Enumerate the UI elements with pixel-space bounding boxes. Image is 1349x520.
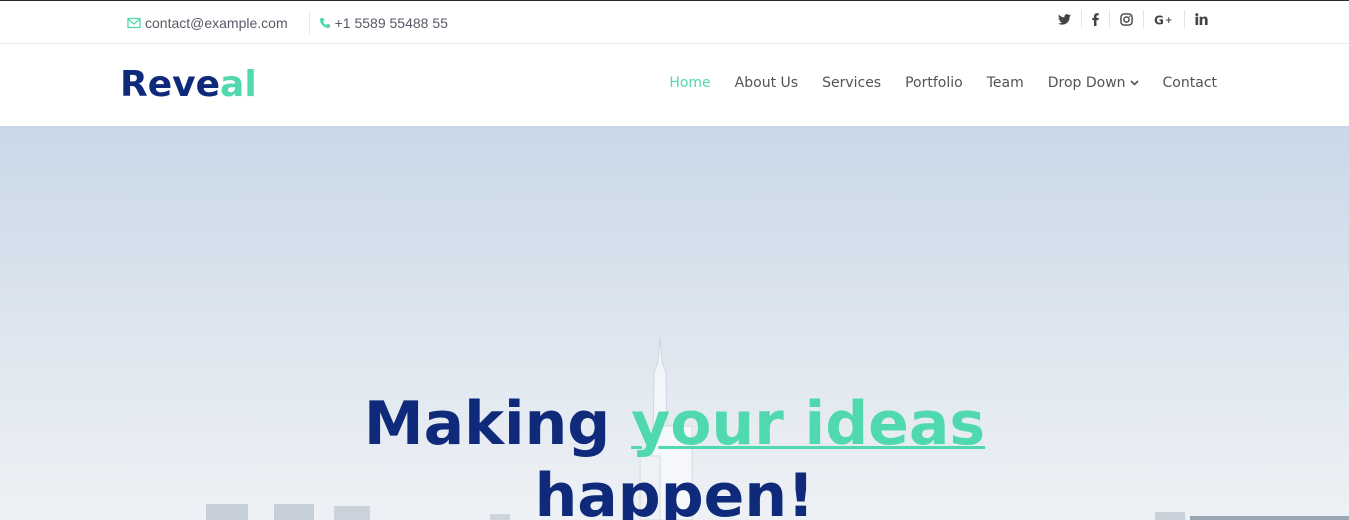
phone-icon bbox=[319, 18, 330, 28]
nav-home-label: Home bbox=[669, 75, 711, 91]
hero-title-part2: happen! bbox=[534, 461, 815, 520]
facebook-icon[interactable] bbox=[1081, 10, 1109, 28]
phone-text[interactable]: +1 5589 55488 55 bbox=[335, 15, 448, 31]
chevron-down-icon bbox=[1129, 80, 1139, 86]
hero-title-part1: Making bbox=[363, 389, 632, 459]
hero-title: Making your ideas happen! bbox=[0, 388, 1349, 520]
linkedin-icon[interactable] bbox=[1184, 10, 1218, 28]
top-bar: contact@example.com +1 5589 55488 55 G + bbox=[0, 0, 1349, 44]
social-links: G + bbox=[1048, 9, 1218, 29]
nav-services[interactable]: Services bbox=[822, 73, 881, 93]
instagram-icon[interactable] bbox=[1109, 10, 1143, 28]
nav-home[interactable]: Home bbox=[669, 73, 710, 93]
email-text[interactable]: contact@example.com bbox=[145, 15, 288, 31]
nav-portfolio-label: Portfolio bbox=[905, 75, 963, 91]
envelope-icon bbox=[127, 17, 141, 29]
logo-part-accent: al bbox=[220, 64, 257, 105]
hero-section: Making your ideas happen! bbox=[0, 126, 1349, 520]
nav-contact-label: Contact bbox=[1162, 75, 1217, 91]
site-header: Reveal Home About Us Services Portfolio … bbox=[0, 44, 1349, 126]
twitter-icon[interactable] bbox=[1048, 10, 1081, 28]
nav-about-us-label: About Us bbox=[734, 75, 799, 91]
svg-text:G: G bbox=[1154, 13, 1164, 26]
nav-drop-down-label: Drop Down bbox=[1047, 75, 1126, 91]
nav-team[interactable]: Team bbox=[987, 73, 1024, 93]
svg-text:+: + bbox=[1165, 16, 1173, 26]
phone-contact[interactable]: +1 5589 55488 55 bbox=[319, 15, 448, 31]
logo-part-dark: Reve bbox=[120, 64, 221, 105]
nav-team-label: Team bbox=[986, 75, 1024, 91]
nav-drop-down[interactable]: Drop Down bbox=[1048, 73, 1139, 93]
email-contact[interactable]: contact@example.com bbox=[127, 15, 288, 31]
hero-title-accent: your ideas bbox=[631, 389, 986, 459]
site-logo[interactable]: Reveal bbox=[120, 64, 257, 106]
nav-contact[interactable]: Contact bbox=[1163, 73, 1217, 93]
google-plus-icon[interactable]: G + bbox=[1143, 10, 1184, 28]
nav-about-us[interactable]: About Us bbox=[735, 73, 798, 93]
nav-services-label: Services bbox=[822, 75, 882, 91]
contact-info: contact@example.com +1 5589 55488 55 bbox=[127, 12, 448, 34]
nav-portfolio[interactable]: Portfolio bbox=[905, 73, 963, 93]
contact-divider bbox=[308, 12, 310, 34]
main-nav: Home About Us Services Portfolio Team Dr… bbox=[645, 73, 1217, 93]
